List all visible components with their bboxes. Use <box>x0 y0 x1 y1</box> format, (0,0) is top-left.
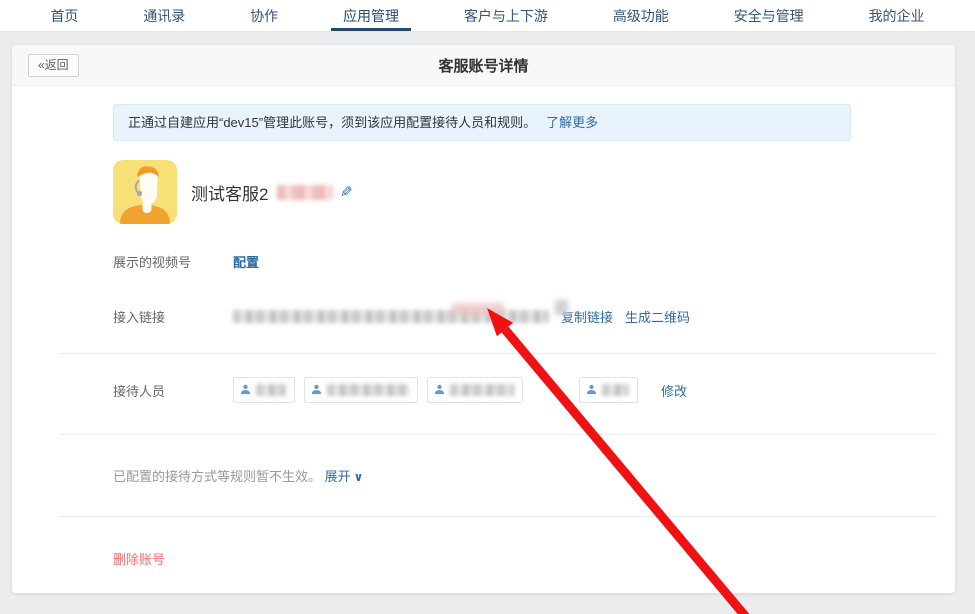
member-icon <box>311 383 327 398</box>
redacted-member-name <box>602 384 629 396</box>
card-body: 正通过自建应用“dev15”管理此账号，须到该应用配置接待人员和规则。了解更多 … <box>12 86 955 569</box>
notice-banner: 正通过自建应用“dev15”管理此账号，须到该应用配置接待人员和规则。了解更多 <box>113 104 851 141</box>
nav-tab[interactable]: 高级功能 <box>613 0 669 31</box>
staff-tags <box>233 377 647 403</box>
redacted-member-name <box>256 384 286 396</box>
nav-tab[interactable]: 客户与上下游 <box>464 0 548 31</box>
expand-rules-link[interactable]: 展开∨ <box>325 469 364 484</box>
back-button[interactable]: «返回 <box>28 54 79 77</box>
staff-member-tag <box>579 377 638 403</box>
nav-tab[interactable]: 协作 <box>250 0 278 31</box>
section-divider <box>60 353 937 354</box>
nav-tab[interactable]: 应用管理 <box>343 0 399 31</box>
modify-staff-link[interactable]: 修改 <box>661 381 687 400</box>
delete-account-link[interactable]: 删除账号 <box>113 549 165 568</box>
profile-row: 测试客服2 ✎ <box>113 160 955 224</box>
access-link-row: 接入链接 复制链接 生成二维码 <box>113 307 955 326</box>
nav-tab[interactable]: 通讯录 <box>143 0 185 31</box>
customer-service-avatar-icon <box>113 160 177 224</box>
member-icon <box>434 383 450 398</box>
access-link-label: 接入链接 <box>113 307 233 326</box>
copy-link-button[interactable]: 复制链接 <box>561 307 613 326</box>
section-divider <box>60 434 937 435</box>
generate-qr-button[interactable]: 生成二维码 <box>625 307 690 326</box>
member-icon <box>240 383 256 398</box>
page-title: 客服账号详情 <box>12 55 955 76</box>
member-icon <box>586 383 602 398</box>
chevron-down-icon: ∨ <box>354 470 364 484</box>
redacted-name-suffix <box>277 185 333 200</box>
staff-label: 接待人员 <box>113 381 233 400</box>
top-nav: 首页 通讯录 协作 应用管理 客户与上下游 高级功能 安全与管理 我的企业 <box>0 0 975 32</box>
notice-text: 正通过自建应用“dev15”管理此账号，须到该应用配置接待人员和规则。 <box>128 115 536 130</box>
redacted-member-name <box>327 384 409 396</box>
learn-more-link[interactable]: 了解更多 <box>546 115 598 130</box>
staff-member-tag <box>304 377 418 403</box>
video-account-label: 展示的视频号 <box>113 252 233 271</box>
nav-tab[interactable]: 我的企业 <box>869 0 925 31</box>
nav-tab[interactable]: 首页 <box>50 0 78 31</box>
redacted-access-url <box>233 310 549 323</box>
configure-video-link[interactable]: 配置 <box>233 252 259 271</box>
card-header: «返回 客服账号详情 <box>12 45 955 86</box>
staff-member-tag <box>233 377 295 403</box>
rules-row: 已配置的接待方式等规则暂不生效。 展开∨ <box>113 466 955 485</box>
pencil-icon[interactable]: ✎ <box>340 183 353 201</box>
staff-row: 接待人员 修改 <box>113 377 955 403</box>
account-name: 测试客服2 <box>191 180 268 205</box>
video-account-row: 展示的视频号 配置 <box>113 252 955 271</box>
staff-member-tag <box>427 377 523 403</box>
rules-text: 已配置的接待方式等规则暂不生效。 <box>113 469 321 484</box>
section-divider <box>60 516 937 517</box>
detail-card: «返回 客服账号详情 正通过自建应用“dev15”管理此账号，须到该应用配置接待… <box>12 45 955 593</box>
nav-tab[interactable]: 安全与管理 <box>734 0 804 31</box>
redacted-member-name <box>450 384 514 396</box>
